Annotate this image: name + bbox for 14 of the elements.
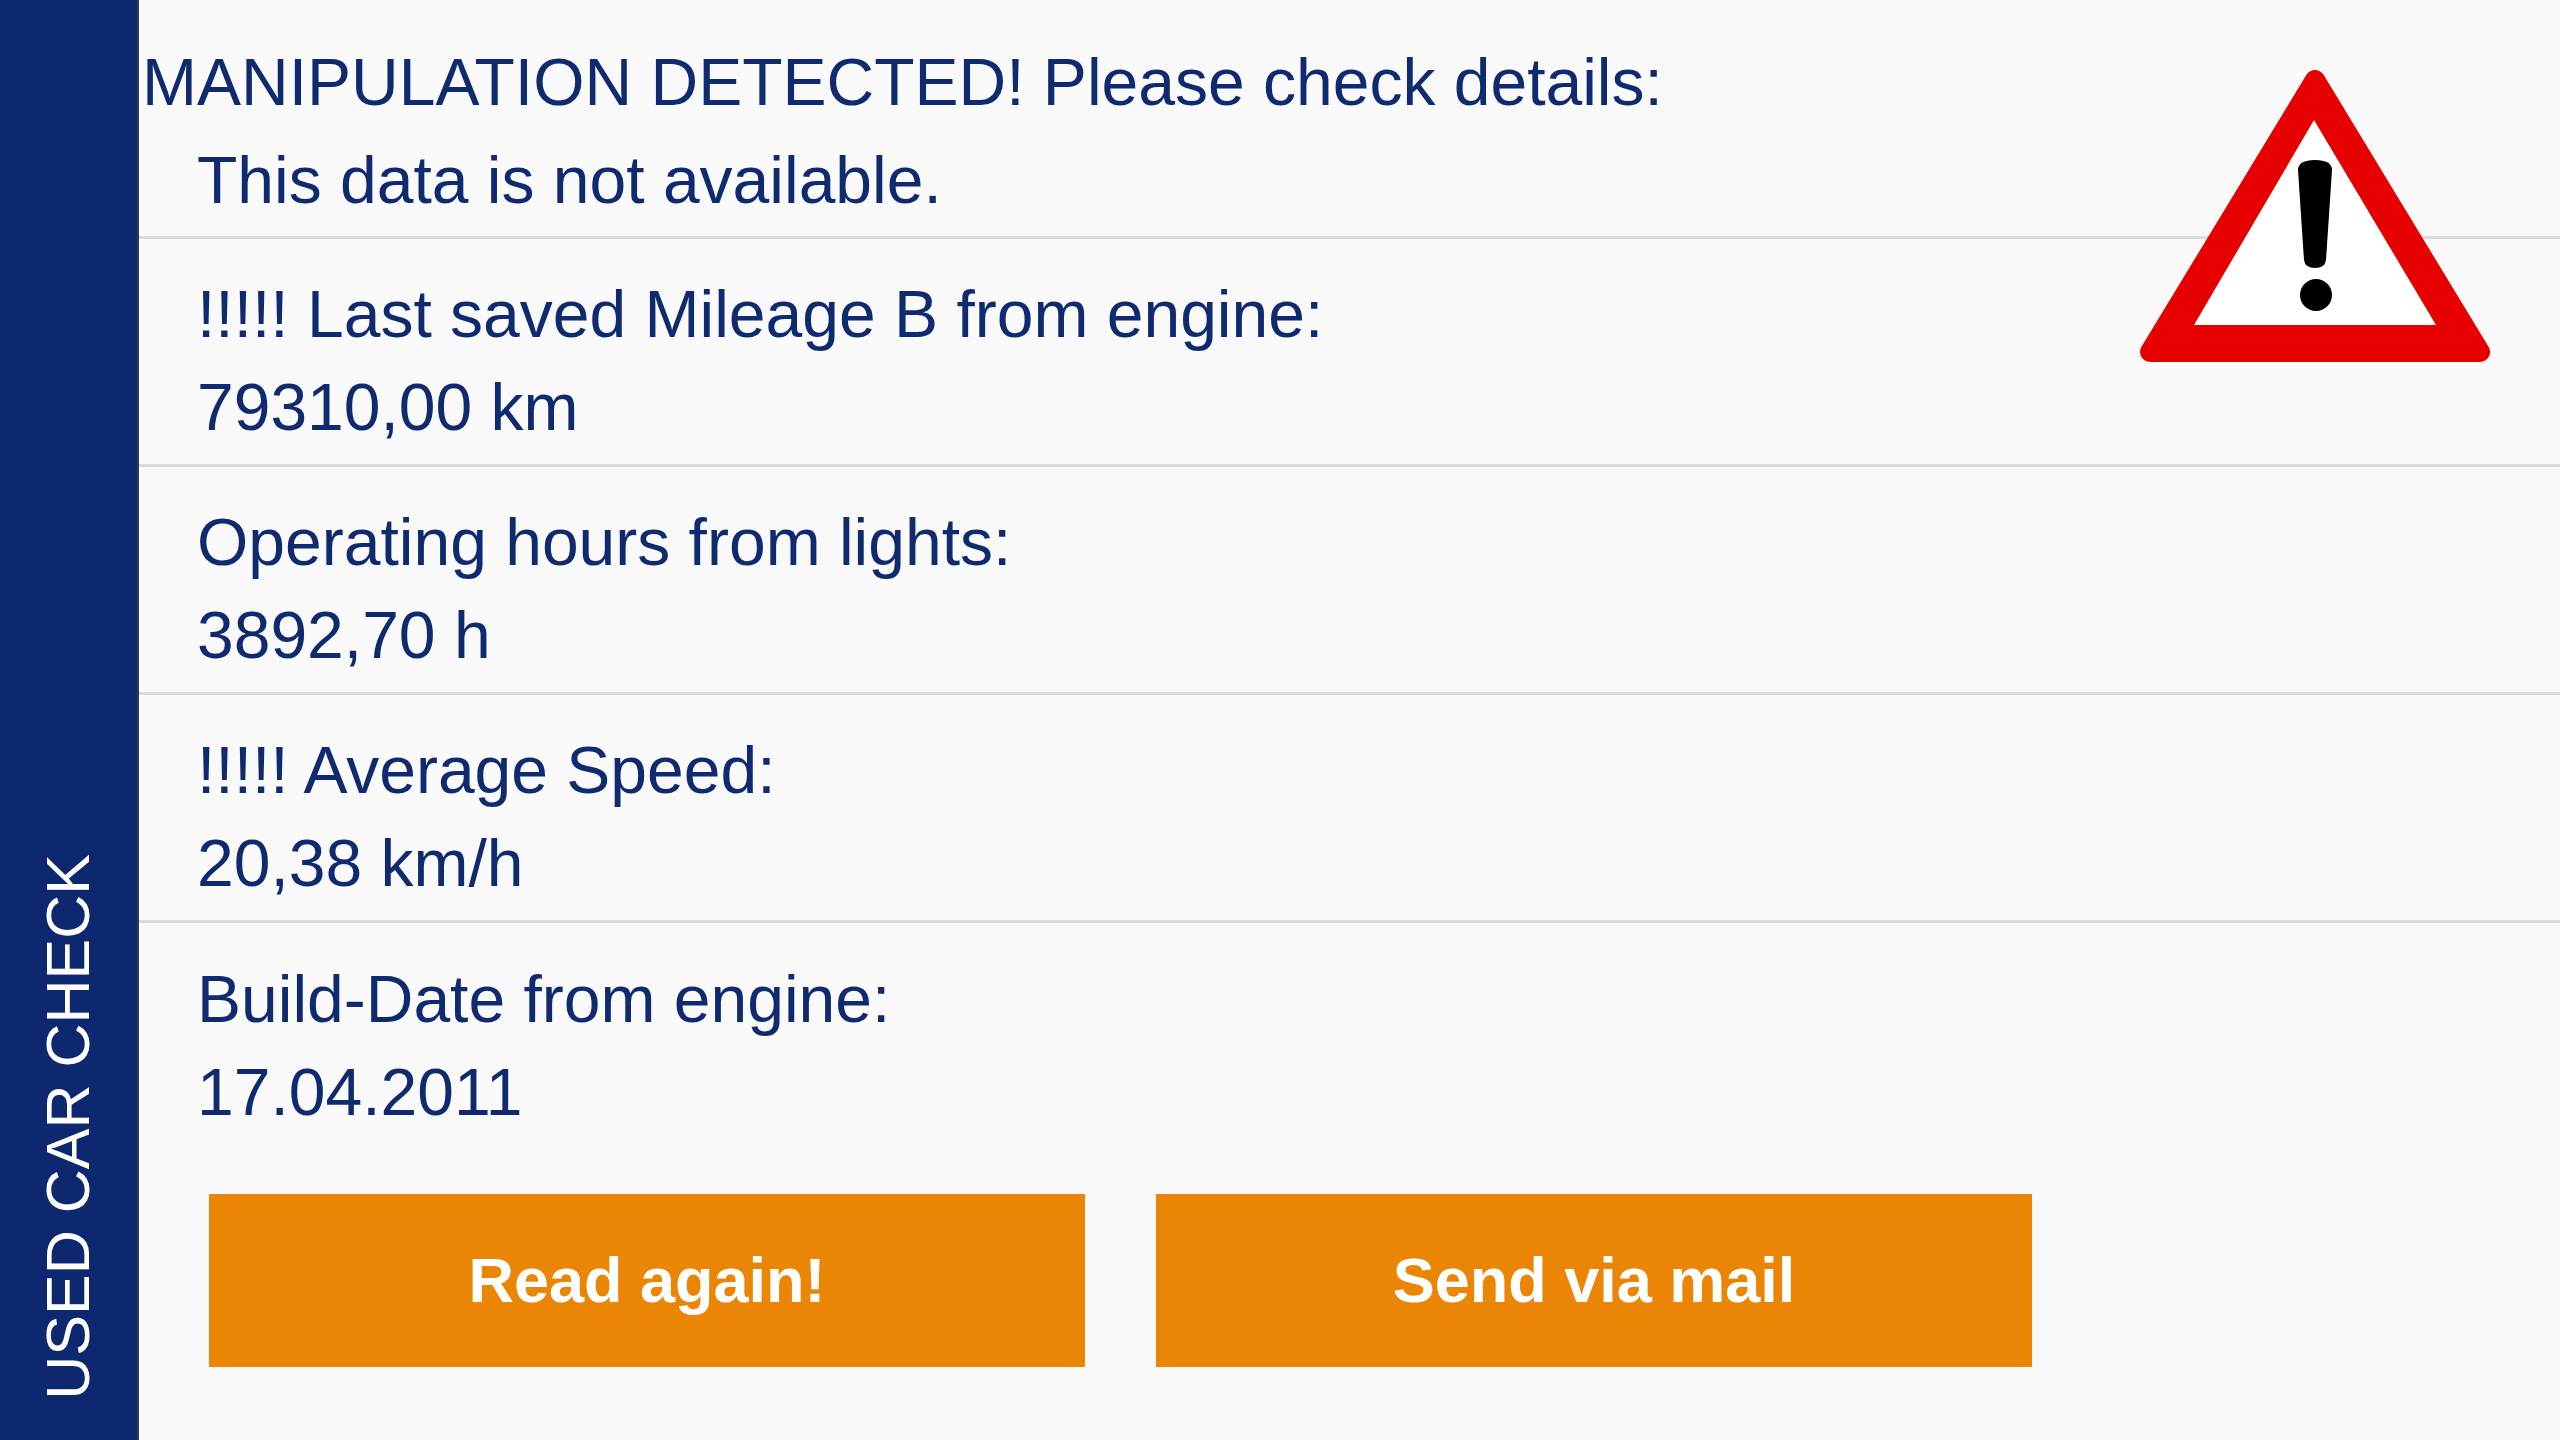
detail-label: !!!!! Average Speed: [197, 732, 776, 809]
detail-value: 17.04.2011 [197, 1054, 523, 1131]
alert-title: MANIPULATION DETECTED! Please check details: [141, 44, 1663, 121]
warning-icon [2140, 70, 2490, 362]
detail-label: !!!!! Last saved Mileage B from engine: [197, 276, 1324, 353]
detail-value: 20,38 km/h [197, 825, 524, 902]
app-title: USED CAR CHECK [38, 854, 99, 1400]
detail-label: Operating hours from lights: [197, 504, 1012, 581]
detail-label: Build-Date from engine: [197, 961, 891, 1038]
detail-value: 3892,70 h [197, 597, 491, 674]
alert-message: This data is not available. [197, 142, 942, 219]
read-again-button[interactable]: Read again! [209, 1194, 1085, 1367]
detail-value: 79310,00 km [197, 369, 579, 446]
send-via-mail-button[interactable]: Send via mail [1156, 1194, 2032, 1367]
